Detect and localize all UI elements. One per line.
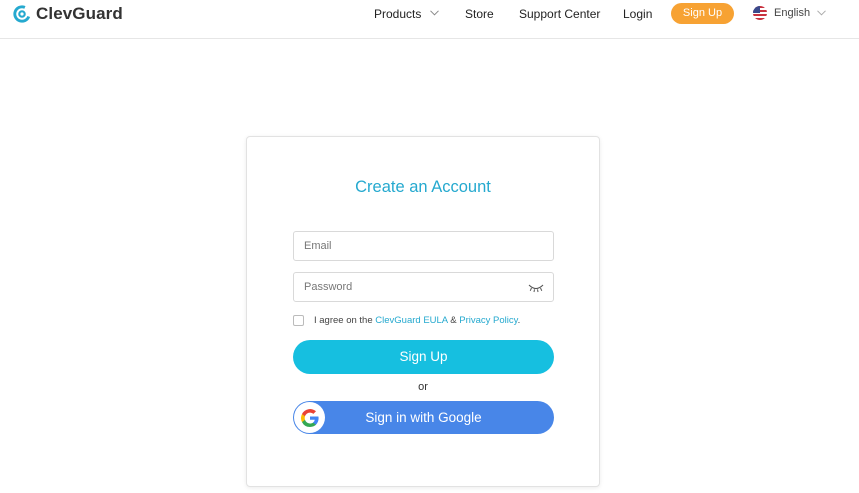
period: .: [517, 315, 521, 326]
chevron-down-icon: [429, 10, 439, 16]
privacy-policy-link[interactable]: Privacy Policy: [459, 315, 517, 326]
clevguard-logo[interactable]: ClevGuard: [13, 4, 123, 24]
agree-text: I agree on the ClevGuard EULA & Privacy …: [314, 315, 520, 326]
google-icon-badge: [294, 402, 325, 433]
signup-button[interactable]: Sign Up: [293, 340, 554, 374]
email-field[interactable]: [293, 231, 554, 261]
nav-support-center[interactable]: Support Center: [519, 7, 600, 21]
agree-checkbox[interactable]: [293, 315, 304, 326]
top-header: ClevGuard Products Store Support Center …: [0, 0, 859, 39]
nav-login[interactable]: Login: [623, 7, 652, 21]
language-label: English: [774, 7, 811, 19]
page-title: Create an Account: [355, 178, 491, 196]
signup-card: Create an Account I agree on the ClevGua…: [246, 136, 600, 487]
us-flag-icon: [753, 6, 767, 20]
password-field[interactable]: [293, 272, 554, 302]
eula-link[interactable]: ClevGuard EULA: [375, 315, 447, 326]
clevguard-logo-icon: [13, 5, 31, 23]
agree-prefix: I agree on the: [314, 315, 373, 326]
hide-password-icon[interactable]: [528, 283, 544, 293]
google-icon: [300, 408, 319, 427]
nav-store[interactable]: Store: [465, 7, 494, 21]
chevron-down-icon: [817, 10, 826, 16]
agree-terms-row: I agree on the ClevGuard EULA & Privacy …: [293, 315, 520, 326]
logo-text: ClevGuard: [36, 4, 123, 23]
language-selector[interactable]: English: [753, 6, 826, 20]
or-divider: or: [418, 381, 428, 393]
google-button-label: Sign in with Google: [365, 410, 482, 425]
nav-products[interactable]: Products: [374, 7, 439, 21]
ampersand: &: [450, 315, 457, 326]
nav-products-label: Products: [374, 7, 422, 21]
nav-signup-button[interactable]: Sign Up: [671, 3, 734, 24]
google-signin-button[interactable]: Sign in with Google: [293, 401, 554, 434]
